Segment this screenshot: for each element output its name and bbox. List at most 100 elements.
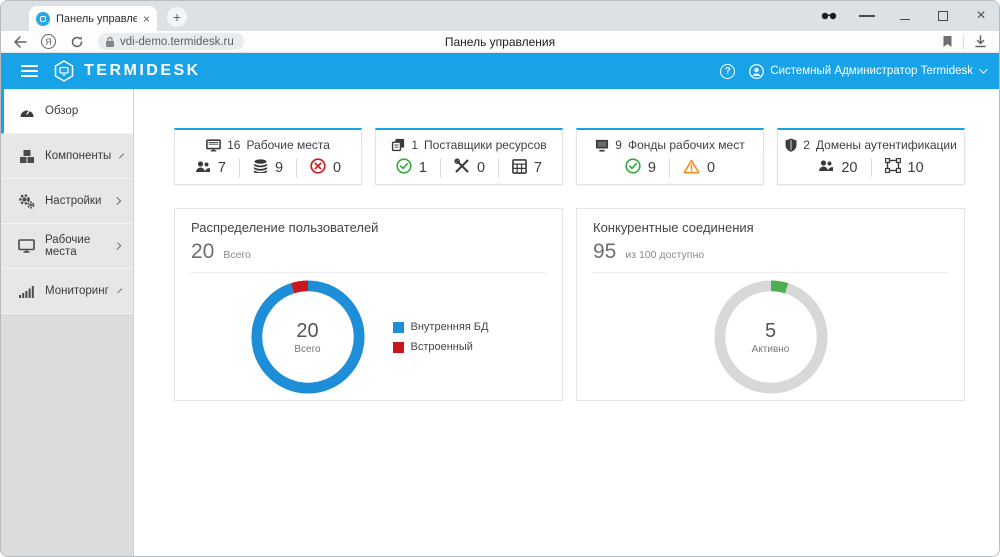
stat-count: 16: [227, 138, 240, 152]
summary-label: из 100 доступно: [625, 249, 704, 261]
downloads-icon[interactable]: [974, 35, 987, 48]
stat-label: Фонды рабочих мест: [628, 138, 745, 152]
stat-count: 2: [803, 138, 810, 152]
stat-card-workplaces: 16 Рабочие места 7: [174, 128, 362, 185]
help-icon[interactable]: ?: [720, 64, 735, 79]
incognito-glasses-icon: [821, 8, 837, 24]
stat-value: 9: [275, 160, 283, 176]
sidebar-label: Мониторинг: [45, 285, 109, 297]
error-circle-icon: [310, 158, 326, 178]
close-window-button[interactable]: ×: [973, 8, 989, 24]
chart-cards-row: Распределение пользователей 20 Всего 20 …: [174, 208, 965, 401]
chevron-right-icon: [119, 154, 124, 159]
stat-card-title: 9 Фонды рабочих мест: [577, 138, 763, 152]
stat-users: 20: [805, 158, 870, 177]
legend-label: Внутренняя БД: [411, 321, 489, 333]
donut-center-value: 5: [765, 320, 776, 343]
stat-value: 0: [477, 160, 485, 176]
chart-title: Конкурентные соединения: [593, 220, 948, 235]
check-circle-icon: [625, 158, 641, 178]
stat-card-title: 1 Поставщики ресурсов: [376, 138, 562, 152]
legend-swatch-red: [393, 342, 404, 353]
termidesk-logo: TERMIDESK: [52, 59, 201, 83]
sidebar-item-overview[interactable]: Обзор: [1, 89, 133, 134]
chevron-right-icon: [117, 288, 122, 293]
termidesk-hexagon-icon: [52, 59, 76, 83]
summary-value: 95: [593, 240, 616, 264]
legend-item: Внутренняя БД: [393, 321, 489, 333]
user-menu[interactable]: Системный Администратор Termidesk: [749, 64, 985, 79]
stat-values: 7 9 0: [175, 158, 361, 178]
users-icon: [195, 160, 211, 177]
stat-card-title: 2 Домены аутентификации: [778, 138, 964, 152]
donut-chart-users: 20 Всего: [249, 278, 367, 396]
stat-value: 7: [534, 160, 542, 176]
stat-value: 0: [707, 160, 715, 176]
stat-pool: 9: [239, 158, 296, 178]
donut-center-label: Активно: [752, 344, 790, 355]
sidebar-item-components[interactable]: Компоненты: [1, 134, 133, 179]
cubes-icon: [18, 149, 35, 164]
shield-icon: [785, 138, 797, 152]
stat-card-auth-domains: 2 Домены аутентификации 20: [777, 128, 965, 185]
stat-label: Поставщики ресурсов: [424, 138, 547, 152]
sidebar-item-workplaces[interactable]: Рабочие места: [1, 224, 133, 269]
chevron-down-icon: [979, 65, 987, 73]
navbar-divider: [963, 35, 964, 49]
chart-legend: Внутренняя БД Встроенный: [393, 321, 489, 353]
sidebar-label: Компоненты: [45, 150, 111, 162]
window-controls: ×: [821, 1, 989, 31]
browser-menu-icon[interactable]: [859, 8, 875, 24]
maximize-button[interactable]: [935, 8, 951, 24]
object-group-icon: [885, 158, 901, 177]
address-bar[interactable]: vdi-demo.termidesk.ru: [98, 33, 244, 50]
stat-count: 1: [411, 138, 418, 152]
bar-chart-icon: [18, 285, 35, 298]
stat-values: 9 0: [577, 158, 763, 178]
chart-title: Распределение пользователей: [191, 220, 546, 235]
navbar-right: [942, 35, 987, 49]
app-body: Обзор Компоненты Настройки: [1, 89, 999, 557]
sidebar-label: Настройки: [45, 195, 101, 207]
bookmark-icon[interactable]: [942, 35, 953, 48]
stat-ok: 1: [383, 158, 440, 178]
stat-value: 9: [648, 160, 656, 176]
stat-label: Домены аутентификации: [816, 138, 957, 152]
monitor-icon: [206, 139, 221, 152]
new-tab-button[interactable]: +: [167, 7, 187, 27]
stat-groups: 10: [871, 158, 937, 177]
browser-logo-icon[interactable]: Я: [41, 34, 56, 49]
chevron-right-icon: [114, 242, 122, 250]
stat-maintenance: 0: [440, 158, 498, 178]
donut-center: 5 Активно: [712, 278, 830, 396]
donut-center-value: 20: [296, 320, 318, 343]
stat-values: 1 0 7: [376, 158, 562, 178]
chart-summary: 20 Всего: [191, 240, 546, 264]
tab-close-icon[interactable]: ×: [143, 13, 150, 25]
tools-icon: [454, 158, 470, 178]
users-icon: [818, 159, 834, 176]
gears-icon: [18, 193, 35, 209]
stat-ok: 9: [612, 158, 669, 178]
stat-value: 1: [419, 160, 427, 176]
check-circle-icon: [396, 158, 412, 178]
sidebar-item-monitoring[interactable]: Мониторинг: [1, 269, 133, 314]
browser-tab[interactable]: Панель управления ×: [29, 6, 157, 31]
back-button[interactable]: [13, 36, 27, 48]
logo-text: TERMIDESK: [84, 62, 201, 80]
summary-label: Всего: [223, 249, 251, 261]
legend-item: Встроенный: [393, 341, 489, 353]
refresh-icon[interactable]: [70, 35, 84, 49]
stat-users: 7: [182, 158, 239, 178]
stat-count: 9: [615, 138, 622, 152]
sidebar-item-settings[interactable]: Настройки: [1, 179, 133, 224]
minimize-button[interactable]: [897, 8, 913, 24]
stack-icon: [253, 159, 268, 177]
chevron-right-icon: [113, 197, 121, 205]
warning-icon: [683, 159, 700, 178]
url-text: vdi-demo.termidesk.ru: [120, 36, 234, 48]
stat-card-providers: 1 Поставщики ресурсов 1: [375, 128, 563, 185]
main-content: 16 Рабочие места 7: [134, 89, 999, 557]
hamburger-menu-icon[interactable]: [21, 62, 38, 80]
stat-card-title: 16 Рабочие места: [175, 138, 361, 152]
